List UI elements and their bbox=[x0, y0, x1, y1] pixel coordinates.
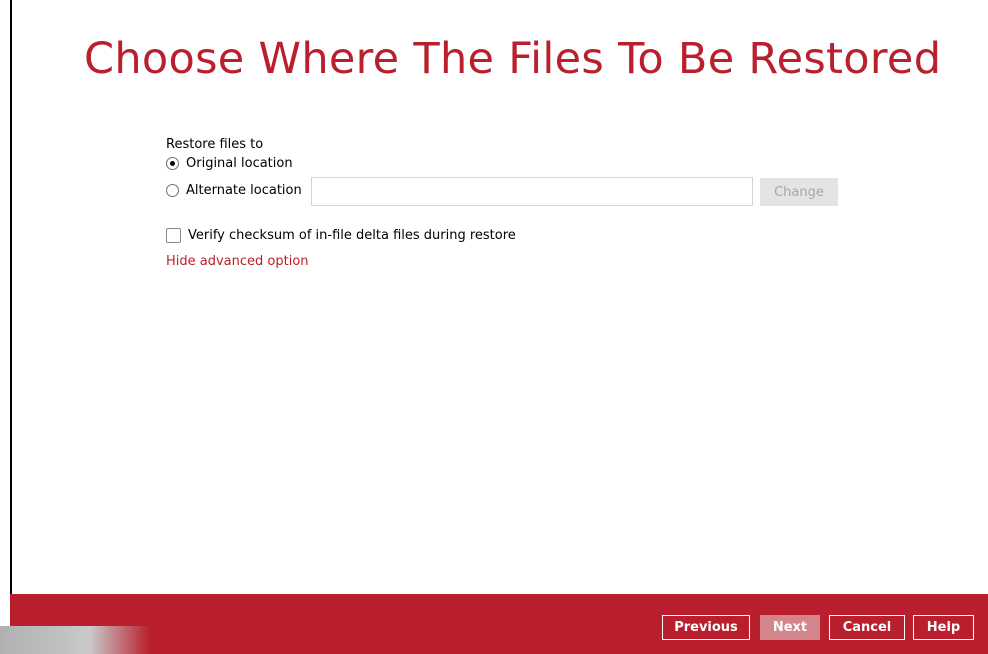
alternate-location-path-input[interactable] bbox=[311, 177, 753, 206]
verify-checksum-checkbox[interactable] bbox=[166, 228, 181, 243]
help-button[interactable]: Help bbox=[913, 615, 974, 640]
hide-advanced-option-link[interactable]: Hide advanced option bbox=[166, 254, 309, 269]
radio-original-location[interactable]: Original location bbox=[166, 156, 293, 171]
radio-button-selected[interactable] bbox=[166, 157, 179, 170]
window-left-border bbox=[10, 0, 12, 594]
next-button[interactable]: Next bbox=[760, 615, 820, 640]
restore-wizard-window: Choose Where The Files To Be Restored Re… bbox=[0, 0, 988, 654]
page-title: Choose Where The Files To Be Restored bbox=[84, 34, 942, 84]
change-button[interactable]: Change bbox=[760, 178, 838, 206]
cancel-button[interactable]: Cancel bbox=[829, 615, 905, 640]
verify-checksum-label: Verify checksum of in-file delta files d… bbox=[188, 228, 516, 243]
previous-button[interactable]: Previous bbox=[662, 615, 750, 640]
verify-checksum-option[interactable]: Verify checksum of in-file delta files d… bbox=[166, 228, 516, 243]
restore-files-to-label: Restore files to bbox=[166, 137, 264, 152]
original-location-label: Original location bbox=[186, 156, 293, 171]
radio-alternate-location[interactable]: Alternate location bbox=[166, 183, 302, 198]
footer-shadow-decoration bbox=[0, 626, 150, 654]
alternate-location-label: Alternate location bbox=[186, 183, 302, 198]
radio-button-unselected[interactable] bbox=[166, 184, 179, 197]
